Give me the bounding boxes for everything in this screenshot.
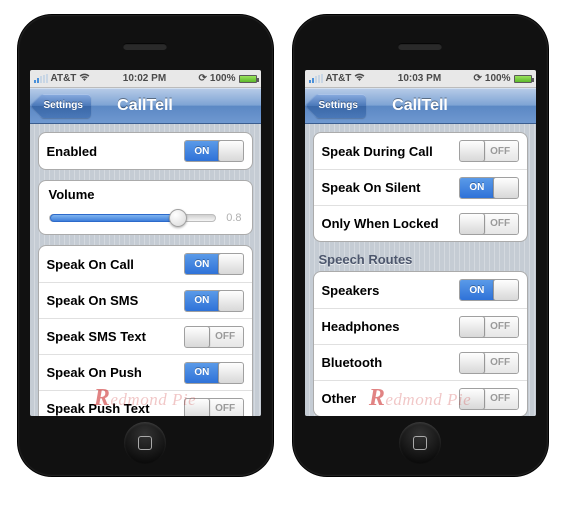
- toggle-knob: [218, 140, 244, 162]
- group-routes: Speakers ONOFF Headphones ONOFF Bluetoot…: [313, 271, 528, 416]
- row-enabled: Enabled ON OFF: [39, 133, 252, 169]
- toggle-speak-sms-text[interactable]: ONOFF: [184, 326, 244, 348]
- row-speak-push-text: Speak Push Text ONOFF: [39, 390, 252, 416]
- row-speak-on-call: Speak On Call ONOFF: [39, 246, 252, 282]
- battery-pct: 100%: [210, 73, 236, 84]
- carrier-label: AT&T: [51, 73, 77, 84]
- row-label: Speak SMS Text: [47, 329, 184, 344]
- row-label: Speak On Call: [47, 257, 184, 272]
- row-bluetooth: Bluetooth ONOFF: [314, 344, 527, 380]
- volume-value: 0.8: [222, 212, 242, 224]
- status-bar: AT&T 10:02 PM ⟳ 100%: [30, 70, 261, 88]
- screen: AT&T 10:02 PM ⟳ 100% Settings CallTell: [30, 70, 261, 416]
- home-icon: [413, 436, 427, 450]
- toggle-speakers[interactable]: ONOFF: [459, 279, 519, 301]
- status-bar: AT&T 10:03 PM ⟳ 100%: [305, 70, 536, 88]
- status-time: 10:02 PM: [90, 73, 198, 84]
- group-enabled: Enabled ON OFF: [38, 132, 253, 170]
- back-button[interactable]: Settings: [315, 94, 366, 118]
- content-scroll[interactable]: Speak During Call ONOFF Speak On Silent …: [305, 124, 536, 416]
- home-icon: [138, 436, 152, 450]
- screen: AT&T 10:03 PM ⟳ 100% Settings CallTell: [305, 70, 536, 416]
- battery-icon: [239, 75, 257, 83]
- toggle-speak-on-silent[interactable]: ONOFF: [459, 177, 519, 199]
- row-label: Speak On Silent: [322, 180, 459, 195]
- group-volume: Volume 0.8: [38, 180, 253, 235]
- wifi-icon: [79, 73, 90, 85]
- home-button[interactable]: [399, 422, 441, 464]
- group-speak: Speak On Call ONOFF Speak On SMS ONOFF S…: [38, 245, 253, 416]
- row-label: Only When Locked: [322, 216, 459, 231]
- row-volume: Volume 0.8: [39, 181, 252, 234]
- nav-bar: Settings CallTell: [30, 88, 261, 124]
- earpiece: [123, 43, 167, 50]
- row-speak-sms-text: Speak SMS Text ONOFF: [39, 318, 252, 354]
- row-label: Speak During Call: [322, 144, 459, 159]
- content-scroll[interactable]: Enabled ON OFF Volume: [30, 124, 261, 416]
- toggle-other[interactable]: ONOFF: [459, 388, 519, 410]
- battery-icon: [514, 75, 532, 83]
- back-button[interactable]: Settings: [40, 94, 91, 118]
- row-label: Speak On Push: [47, 365, 184, 380]
- toggle-speak-on-call[interactable]: ONOFF: [184, 253, 244, 275]
- row-label: Speak Push Text: [47, 401, 184, 416]
- row-only-when-locked: Only When Locked ONOFF: [314, 205, 527, 241]
- row-speak-on-silent: Speak On Silent ONOFF: [314, 169, 527, 205]
- signal-icon: [34, 74, 48, 83]
- row-label: Enabled: [47, 144, 184, 159]
- toggle-speak-during-call[interactable]: ONOFF: [459, 140, 519, 162]
- toggle-bluetooth[interactable]: ONOFF: [459, 352, 519, 374]
- row-label: Speak On SMS: [47, 293, 184, 308]
- row-label: Headphones: [322, 319, 459, 334]
- group-speak-conditions: Speak During Call ONOFF Speak On Silent …: [313, 132, 528, 242]
- rotation-lock-icon: ⟳: [199, 73, 207, 84]
- toggle-speak-on-push[interactable]: ONOFF: [184, 362, 244, 384]
- wifi-icon: [354, 73, 365, 85]
- row-label: Bluetooth: [322, 355, 459, 370]
- section-header-routes: Speech Routes: [319, 252, 522, 267]
- row-speak-during-call: Speak During Call ONOFF: [314, 133, 527, 169]
- earpiece: [398, 43, 442, 50]
- row-headphones: Headphones ONOFF: [314, 308, 527, 344]
- nav-bar: Settings CallTell: [305, 88, 536, 124]
- home-button[interactable]: [124, 422, 166, 464]
- phone-frame: AT&T 10:02 PM ⟳ 100% Settings CallTell: [18, 15, 273, 476]
- battery-pct: 100%: [485, 73, 511, 84]
- volume-slider[interactable]: [49, 214, 216, 222]
- volume-thumb[interactable]: [169, 209, 187, 227]
- toggle-only-when-locked[interactable]: ONOFF: [459, 213, 519, 235]
- back-button-label: Settings: [319, 100, 358, 111]
- volume-label: Volume: [49, 187, 242, 202]
- volume-fill: [50, 214, 179, 222]
- row-label: Speakers: [322, 283, 459, 298]
- toggle-headphones[interactable]: ONOFF: [459, 316, 519, 338]
- row-speak-on-sms: Speak On SMS ONOFF: [39, 282, 252, 318]
- row-speakers: Speakers ONOFF: [314, 272, 527, 308]
- toggle-speak-on-sms[interactable]: ONOFF: [184, 290, 244, 312]
- row-label: Other: [322, 391, 459, 406]
- rotation-lock-icon: ⟳: [474, 73, 482, 84]
- status-time: 10:03 PM: [365, 73, 473, 84]
- row-speak-on-push: Speak On Push ONOFF: [39, 354, 252, 390]
- back-button-label: Settings: [44, 100, 83, 111]
- toggle-on-label: ON: [185, 141, 220, 161]
- toggle-enabled[interactable]: ON OFF: [184, 140, 244, 162]
- phone-frame: AT&T 10:03 PM ⟳ 100% Settings CallTell: [293, 15, 548, 476]
- carrier-label: AT&T: [326, 73, 352, 84]
- row-other: Other ONOFF: [314, 380, 527, 416]
- toggle-speak-push-text[interactable]: ONOFF: [184, 398, 244, 417]
- signal-icon: [309, 74, 323, 83]
